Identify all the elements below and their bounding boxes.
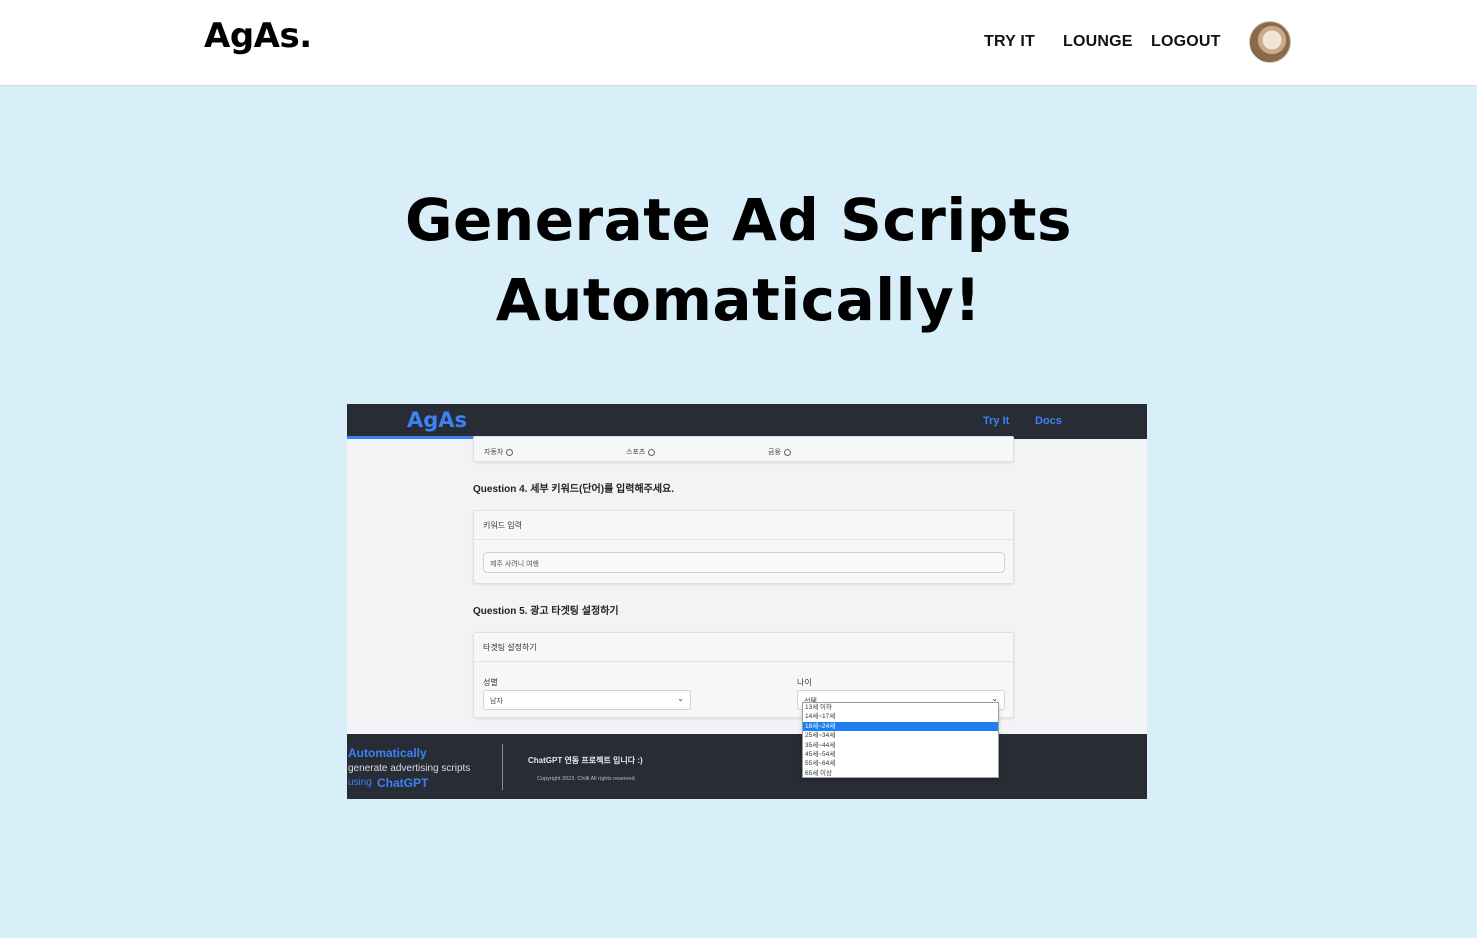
- preview-age-option: 13세 이하: [805, 704, 832, 711]
- preview-age-label: 나이: [797, 678, 812, 687]
- preview-targeting-card-title: 타겟팅 설정하기: [483, 643, 537, 652]
- preview-nav-docs: Docs: [1035, 415, 1062, 427]
- nav-logout-link[interactable]: LOGOUT: [1151, 33, 1221, 51]
- nav-try-it-link[interactable]: TRY IT: [984, 33, 1035, 51]
- preview-gender-value: 남자: [490, 698, 503, 705]
- chevron-down-icon: ⌄: [677, 694, 684, 703]
- preview-age-option: 45세~54세: [805, 750, 836, 758]
- preview-divider: [474, 539, 1013, 540]
- preview-question-4: Question 4. 세부 키워드(단어)를 입력해주세요.: [473, 484, 675, 495]
- preview-gender-select: 남자 ⌄: [483, 690, 691, 710]
- preview-category-card: 자동차 스포츠 금융: [473, 436, 1014, 462]
- preview-keyword-card-title: 키워드 입력: [483, 521, 523, 530]
- preview-keyword-input: 제주 사려니 여행: [483, 552, 1005, 573]
- preview-age-option: 14세~17세: [805, 713, 836, 721]
- top-header: AgAs. TRY IT LOUNGE LOGOUT: [0, 0, 1477, 86]
- preview-radio-option: 자동차: [484, 447, 513, 457]
- app-preview-image: AgAs Try It Docs 자동차 스포츠 금융 Question 4. …: [347, 404, 1147, 799]
- site-logo[interactable]: AgAs.: [204, 16, 312, 56]
- preview-radio-option: 금융: [768, 447, 791, 457]
- preview-footer-brand: ChatGPT: [377, 776, 429, 790]
- preview-logo: AgAs: [407, 408, 468, 432]
- hero-title-line1: Generate Ad Scripts: [404, 186, 1073, 254]
- preview-keyword-card: 키워드 입력 제주 사려니 여행: [473, 510, 1014, 584]
- nav-lounge-link[interactable]: LOUNGE: [1063, 33, 1133, 51]
- preview-footer-copyright: Copyright 2023. Chilli All rights reserv…: [537, 776, 637, 782]
- preview-footer-tagline-1: Automatically: [348, 746, 427, 760]
- preview-radio-option: 스포츠: [626, 447, 655, 457]
- preview-age-option: 18세~24세: [803, 721, 998, 732]
- preview-footer-project: ChatGPT 연동 프로젝트 입니다 :): [528, 756, 643, 765]
- hero-title: Generate Ad Scripts Automatically!: [0, 180, 1477, 340]
- preview-footer: Automatically generate advertising scrip…: [347, 734, 1147, 799]
- preview-age-option: 25세~34세: [805, 732, 836, 740]
- preview-question-5: Question 5. 광고 타겟팅 설정하기: [473, 606, 619, 617]
- preview-age-option: 55세~64세: [805, 760, 836, 768]
- preview-footer-tagline-2: generate advertising scripts: [348, 763, 471, 774]
- preview-age-option: 65세 이상: [805, 769, 832, 777]
- preview-nav-try-it: Try It: [983, 415, 1010, 427]
- preview-header: AgAs Try It Docs: [347, 404, 1147, 439]
- preview-footer-tagline-3-prefix: using: [348, 777, 372, 788]
- preview-divider: [474, 661, 1013, 662]
- preview-age-option: 35세~44세: [805, 741, 836, 749]
- preview-footer-divider: [502, 744, 503, 790]
- preview-gender-label: 성별: [483, 678, 498, 687]
- hero-title-line2: Automatically!: [495, 266, 982, 334]
- preview-age-dropdown-list: 13세 이하 14세~17세 18세~24세 25세~34세 35세~44세 45세~54…: [802, 702, 999, 778]
- user-avatar[interactable]: [1249, 21, 1291, 63]
